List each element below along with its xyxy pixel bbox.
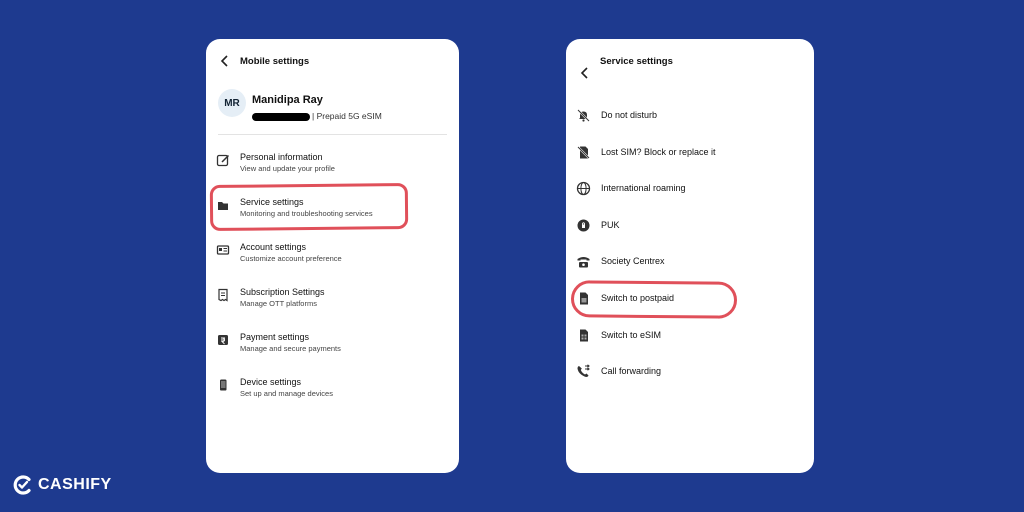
menu-item-puk[interactable]: PUK xyxy=(576,217,804,233)
cashify-logo: CASHIFY xyxy=(12,474,112,496)
item-title: Device settings xyxy=(240,377,302,387)
cashify-logo-icon xyxy=(13,475,31,495)
highlight-circle-switch-to-postpaid xyxy=(570,280,738,319)
user-name: Manidipa Ray xyxy=(252,94,323,106)
item-title: Payment settings xyxy=(240,332,310,342)
menu-item-call-forwarding[interactable]: Call forwarding xyxy=(576,363,804,379)
call-forward-icon xyxy=(577,363,590,377)
receipt-icon xyxy=(218,288,228,302)
esim-icon xyxy=(580,329,588,341)
menu-item-payment-settings[interactable]: Payment settings Manage and secure paymen… xyxy=(216,331,449,355)
item-subtitle: Customize account preference xyxy=(240,254,342,263)
menu-item-international-roaming[interactable]: International roaming xyxy=(576,180,804,196)
back-arrow-icon[interactable] xyxy=(220,54,230,68)
edit-icon xyxy=(216,154,230,167)
menu-item-society-centrex[interactable]: Society Centrex xyxy=(576,253,804,269)
divider xyxy=(218,134,447,135)
service-settings-screen: Service settings Do not disturb Lost SIM… xyxy=(566,39,814,473)
brand-name: CASHIFY xyxy=(38,476,112,493)
id-card-icon xyxy=(216,245,230,255)
header: Mobile settings xyxy=(220,54,309,68)
item-subtitle: Manage OTT platforms xyxy=(240,299,317,308)
item-subtitle: Manage and secure payments xyxy=(240,344,341,353)
item-subtitle: Set up and manage devices xyxy=(240,389,333,398)
item-title: Account settings xyxy=(240,242,307,252)
rupee-icon xyxy=(218,335,228,345)
bell-off-icon xyxy=(577,108,590,122)
menu-item-subscription-settings[interactable]: Subscription Settings Manage OTT platform… xyxy=(216,286,449,310)
plan-label: | Prepaid 5G eSIM xyxy=(312,111,382,121)
item-title: Switch to eSIM xyxy=(601,330,662,340)
menu-item-do-not-disturb[interactable]: Do not disturb xyxy=(576,107,804,123)
item-title: Subscription Settings xyxy=(240,287,325,297)
menu-item-switch-to-esim[interactable]: Switch to eSIM xyxy=(576,327,804,343)
back-arrow-icon[interactable] xyxy=(580,66,590,80)
item-title: Call forwarding xyxy=(601,366,662,376)
telephone-icon xyxy=(577,256,590,267)
item-title: Society Centrex xyxy=(601,256,665,266)
menu-item-device-settings[interactable]: Device settings Set up and manage devices xyxy=(216,376,449,400)
lock-icon xyxy=(577,219,590,231)
mobile-settings-screen: Mobile settings MR Manidipa Ray | Prepai… xyxy=(206,39,459,473)
item-title: Do not disturb xyxy=(601,110,658,120)
item-title: International roaming xyxy=(601,183,686,193)
item-title: PUK xyxy=(601,220,620,230)
header: Service settings xyxy=(580,56,673,80)
item-subtitle: View and update your profile xyxy=(240,164,335,173)
item-title: Personal information xyxy=(240,152,323,162)
menu-item-lost-sim[interactable]: Lost SIM? Block or replace it xyxy=(576,144,804,160)
globe-icon xyxy=(576,181,591,195)
phone-icon xyxy=(220,379,227,391)
sim-off-icon xyxy=(577,145,590,159)
page-title: Service settings xyxy=(600,56,673,67)
menu-item-personal-information[interactable]: Personal information View and update your… xyxy=(216,151,449,175)
redacted-number xyxy=(252,113,310,121)
item-title: Lost SIM? Block or replace it xyxy=(601,147,716,157)
menu-item-account-settings[interactable]: Account settings Customize account prefer… xyxy=(216,241,449,265)
avatar: MR xyxy=(218,89,246,117)
page-title: Mobile settings xyxy=(240,55,310,67)
highlight-circle-service-settings xyxy=(209,182,409,232)
